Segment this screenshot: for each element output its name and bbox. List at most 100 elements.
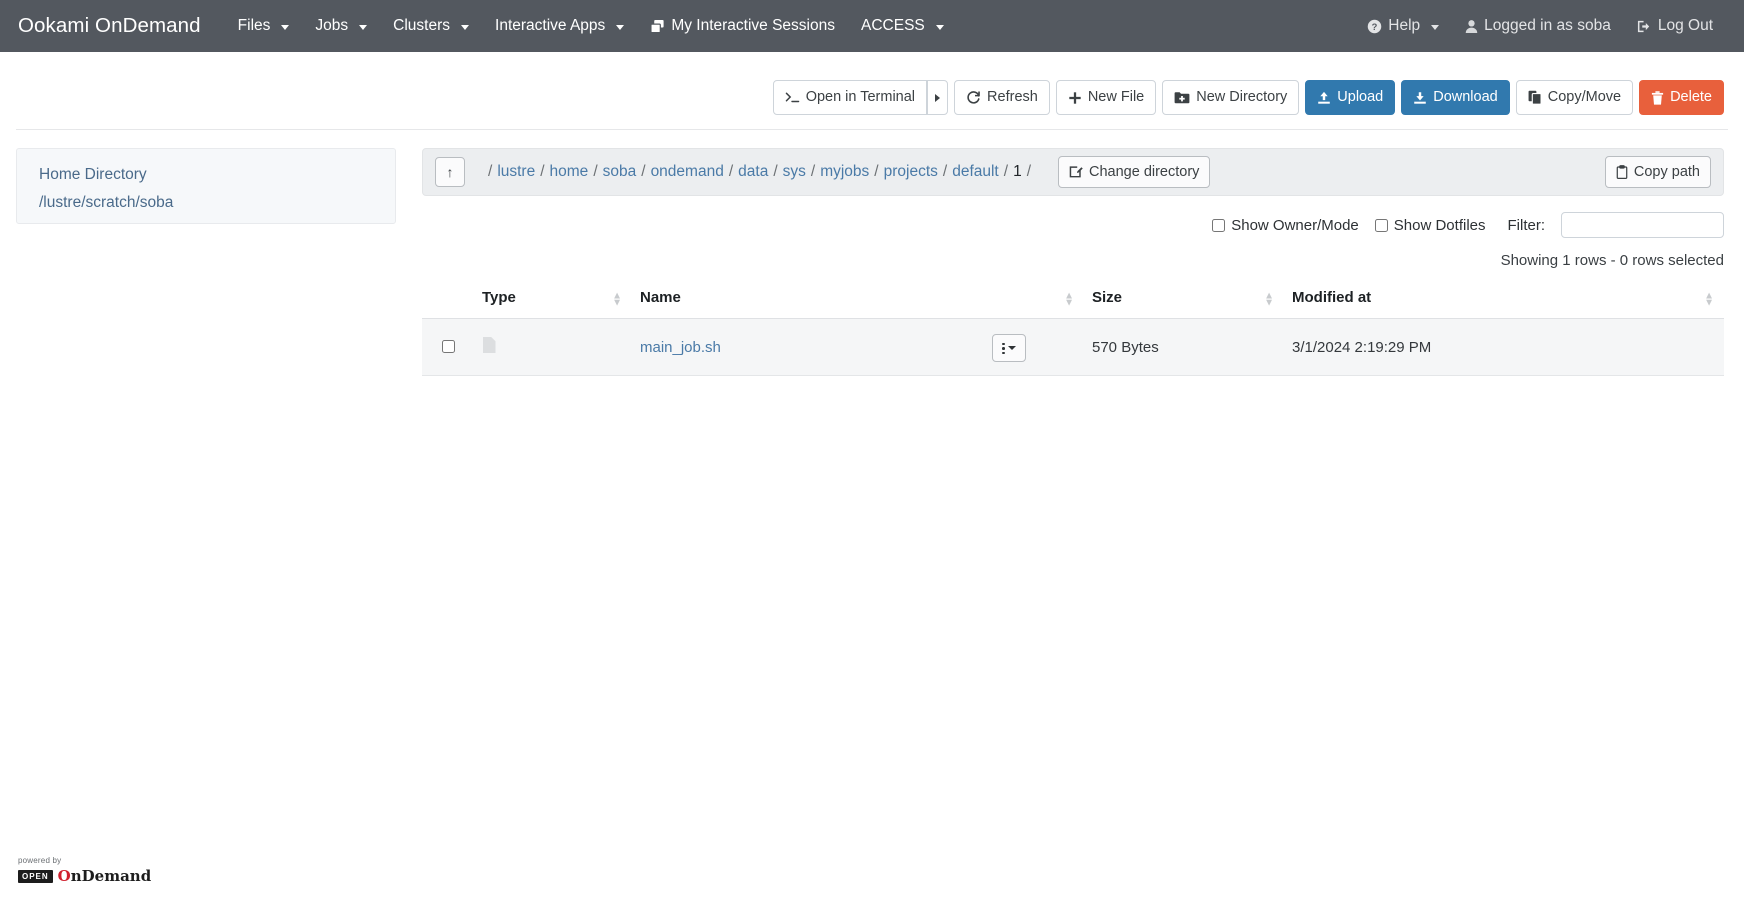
row-name-cell: main_job.sh xyxy=(632,319,984,376)
windows-icon xyxy=(650,19,665,34)
sort-toggle-name[interactable]: ▲▼ xyxy=(1064,292,1074,306)
column-actions: ▲▼ xyxy=(984,283,1084,319)
nav-label: Interactive Apps xyxy=(495,17,605,35)
breadcrumb-separator: / xyxy=(641,163,645,181)
user-icon xyxy=(1465,19,1478,34)
breadcrumb: / lustre / home / soba / ondemand / data… xyxy=(483,163,1036,181)
nav-item-logged-in-user: Logged in as soba xyxy=(1452,11,1624,41)
show-owner-mode-label: Show Owner/Mode xyxy=(1231,217,1359,234)
nav-item-access[interactable]: ACCESS xyxy=(848,11,957,41)
column-name[interactable]: Name xyxy=(632,283,984,319)
show-owner-mode-toggle[interactable]: Show Owner/Mode xyxy=(1212,217,1359,234)
favorites-sidebar: Home Directory /lustre/scratch/soba xyxy=(16,148,396,224)
breadcrumb-item-soba[interactable]: soba xyxy=(603,163,637,181)
nav-item-clusters[interactable]: Clusters xyxy=(380,11,482,41)
nav-item-log-out[interactable]: Log Out xyxy=(1624,11,1726,41)
kebab-icon xyxy=(1002,343,1005,355)
copy-path-button[interactable]: Copy path xyxy=(1605,156,1711,188)
breadcrumb-item-projects[interactable]: projects xyxy=(884,163,938,181)
nav-item-jobs[interactable]: Jobs xyxy=(302,11,380,41)
open-in-terminal-dropdown-toggle[interactable] xyxy=(927,80,948,115)
powered-by-label: powered by xyxy=(18,856,151,865)
row-select-checkbox[interactable] xyxy=(442,340,455,353)
show-dotfiles-toggle[interactable]: Show Dotfiles xyxy=(1375,217,1486,234)
copy-icon xyxy=(1528,90,1542,105)
arrow-up-icon[interactable]: ↑ xyxy=(435,157,465,187)
plus-icon xyxy=(1068,91,1082,105)
breadcrumb-separator: / xyxy=(874,163,878,181)
nav-label: Help xyxy=(1388,17,1420,35)
breadcrumb-item-myjobs[interactable]: myjobs xyxy=(820,163,869,181)
download-label: Download xyxy=(1433,90,1498,105)
open-in-terminal-button[interactable]: Open in Terminal xyxy=(773,80,927,115)
sidebar-item-lustre-scratch[interactable]: /lustre/scratch/soba xyxy=(17,189,395,217)
breadcrumb-item-current: 1 xyxy=(1013,163,1022,181)
clipboard-icon xyxy=(1616,165,1628,179)
ondemand-logo: OPEN OnDemand xyxy=(18,867,151,885)
nav-item-help[interactable]: ? Help xyxy=(1354,11,1452,41)
chevron-down-icon xyxy=(936,25,944,30)
page-body: Open in Terminal Refresh New File New Di… xyxy=(0,52,1744,376)
filter-row: Show Owner/Mode Show Dotfiles Filter: xyxy=(422,196,1724,238)
row-actions-menu-button[interactable] xyxy=(992,334,1026,362)
delete-label: Delete xyxy=(1670,90,1712,105)
nav-item-files[interactable]: Files xyxy=(225,11,303,41)
breadcrumb-separator: / xyxy=(811,163,815,181)
copy-move-button[interactable]: Copy/Move xyxy=(1516,80,1633,115)
new-directory-label: New Directory xyxy=(1196,90,1287,105)
file-icon xyxy=(482,338,497,358)
upload-button[interactable]: Upload xyxy=(1305,80,1395,115)
refresh-label: Refresh xyxy=(987,90,1038,105)
delete-button[interactable]: Delete xyxy=(1639,80,1724,115)
column-modified-at[interactable]: Modified at ▲▼ xyxy=(1284,283,1724,319)
table-header-row: Type ▲▼ Name ▲▼ Size ▲▼ xyxy=(422,283,1724,319)
refresh-button[interactable]: Refresh xyxy=(954,80,1050,115)
sidebar-item-home-directory[interactable]: Home Directory xyxy=(17,161,395,189)
show-dotfiles-label: Show Dotfiles xyxy=(1394,217,1486,234)
new-file-button[interactable]: New File xyxy=(1056,80,1156,115)
column-type[interactable]: Type ▲▼ xyxy=(474,283,632,319)
file-browser: ↑ / lustre / home / soba / ondemand / da… xyxy=(422,148,1728,376)
breadcrumb-item-default[interactable]: default xyxy=(952,163,999,181)
row-select-cell xyxy=(422,319,474,376)
nav-right: ? Help Logged in as soba Log Out xyxy=(1354,11,1726,41)
chevron-down-icon xyxy=(461,25,469,30)
nav-item-interactive-apps[interactable]: Interactive Apps xyxy=(482,11,637,41)
column-size[interactable]: Size ▲▼ xyxy=(1084,283,1284,319)
brand-title[interactable]: Ookami OnDemand xyxy=(18,14,201,38)
rows-status: Showing 1 rows - 0 rows selected xyxy=(422,238,1724,269)
breadcrumb-item-sys[interactable]: sys xyxy=(783,163,806,181)
ondemand-wordmark: OnDemand xyxy=(58,867,152,885)
download-button[interactable]: Download xyxy=(1401,80,1510,115)
filter-input[interactable] xyxy=(1561,212,1724,238)
sort-toggle-size[interactable]: ▲▼ xyxy=(1264,292,1274,306)
breadcrumb-item-ondemand[interactable]: ondemand xyxy=(651,163,724,181)
sort-toggle-type[interactable]: ▲▼ xyxy=(612,292,622,306)
file-name-link[interactable]: main_job.sh xyxy=(640,339,721,356)
sort-toggle-modified[interactable]: ▲▼ xyxy=(1704,292,1714,306)
breadcrumb-item-home[interactable]: home xyxy=(550,163,589,181)
change-directory-button[interactable]: Change directory xyxy=(1058,156,1210,188)
breadcrumb-item-data[interactable]: data xyxy=(738,163,768,181)
breadcrumb-separator: / xyxy=(593,163,597,181)
chevron-down-icon xyxy=(359,25,367,30)
change-directory-label: Change directory xyxy=(1089,164,1199,180)
breadcrumb-item-lustre[interactable]: lustre xyxy=(497,163,535,181)
terminal-icon xyxy=(785,91,800,104)
show-dotfiles-checkbox[interactable] xyxy=(1375,219,1388,232)
new-directory-button[interactable]: New Directory xyxy=(1162,80,1299,115)
open-in-terminal-group: Open in Terminal xyxy=(767,80,948,115)
breadcrumb-separator: / xyxy=(488,163,492,181)
table-row[interactable]: main_job.sh 570 Bytes 3/1/2024 2:19:29 P… xyxy=(422,319,1724,376)
files-table: Type ▲▼ Name ▲▼ Size ▲▼ xyxy=(422,283,1724,376)
nav-item-my-interactive-sessions[interactable]: My Interactive Sessions xyxy=(637,11,848,41)
question-circle-icon: ? xyxy=(1367,19,1382,34)
column-type-label: Type xyxy=(482,289,516,306)
nav-label: ACCESS xyxy=(861,17,925,35)
refresh-icon xyxy=(966,90,981,105)
nav-label: Clusters xyxy=(393,17,450,35)
nav-label: Jobs xyxy=(315,17,348,35)
show-owner-mode-checkbox[interactable] xyxy=(1212,219,1225,232)
column-select-all xyxy=(422,283,474,319)
row-size-cell: 570 Bytes xyxy=(1084,319,1284,376)
